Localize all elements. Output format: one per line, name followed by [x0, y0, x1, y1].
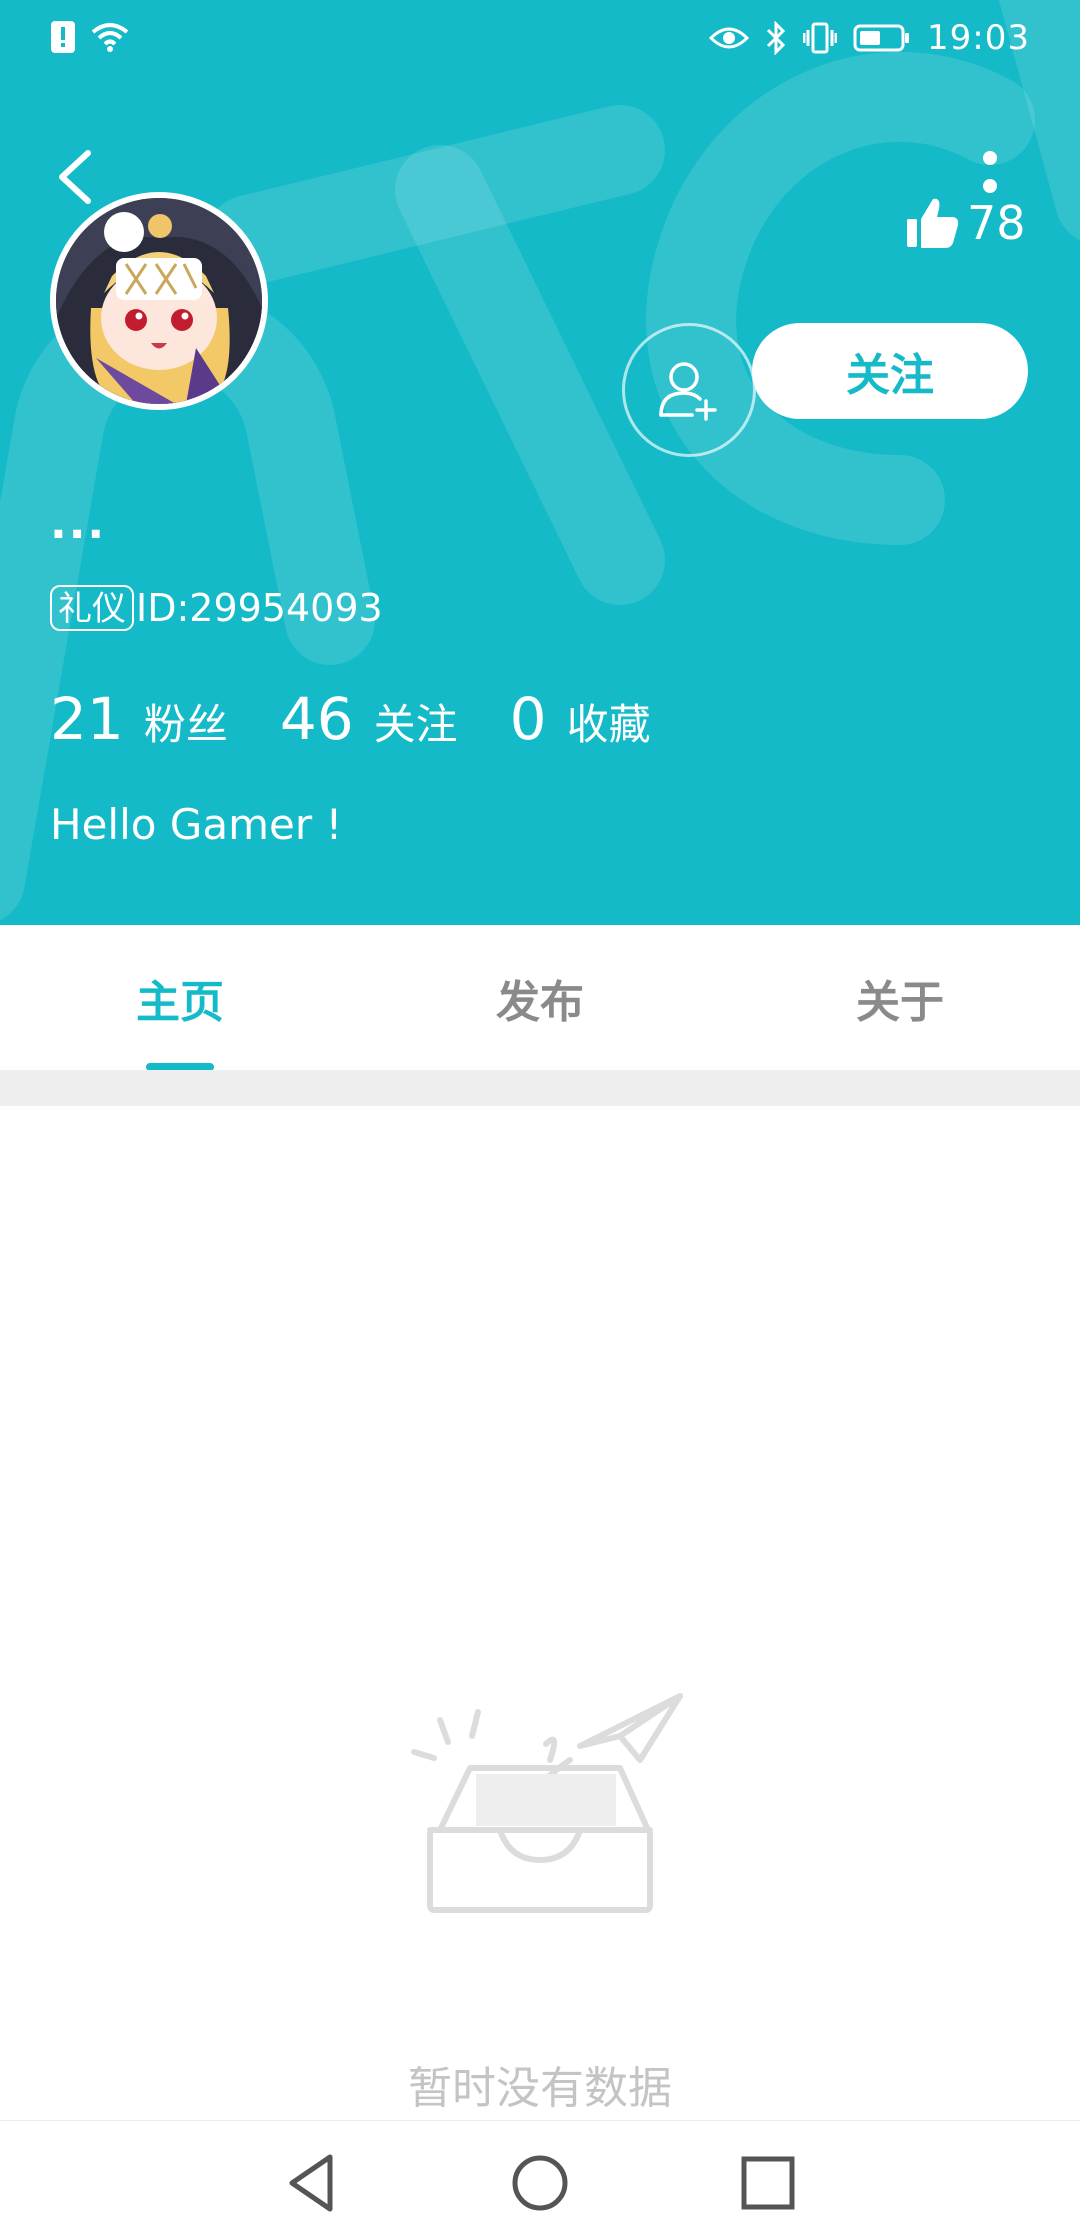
profile-stats: 21 粉丝 46 关注 0 收藏	[50, 685, 703, 753]
section-divider	[0, 1070, 1080, 1106]
stat-value: 0	[509, 685, 547, 753]
id-row: 礼仪 ID:29954093	[50, 585, 383, 631]
profile-header: 19:03 78 关注 ... 礼仪 ID:29954093 21 粉丝 46 …	[0, 0, 1080, 925]
battery-icon	[853, 24, 910, 52]
empty-message: 暂时没有数据	[408, 2063, 672, 2114]
thumbs-up-icon	[907, 198, 959, 248]
stat-label: 收藏	[566, 700, 651, 749]
stat-label: 关注	[373, 700, 458, 749]
stat-following[interactable]: 46 关注	[280, 685, 458, 753]
eye-icon	[709, 27, 750, 49]
alert-icon	[51, 21, 75, 53]
status-bar: 19:03	[0, 0, 1080, 80]
stat-value: 21	[50, 685, 124, 753]
follow-button[interactable]: 关注	[752, 323, 1028, 419]
brand-watermark	[0, 0, 1080, 921]
stat-value: 46	[279, 685, 354, 753]
nav-home-icon[interactable]	[508, 2151, 572, 2215]
tab-posts[interactable]: 发布	[360, 925, 720, 1070]
nickname: ...	[50, 498, 107, 549]
stat-fans[interactable]: 21 粉丝	[50, 685, 228, 753]
back-icon[interactable]	[50, 145, 100, 210]
add-user-icon	[659, 362, 717, 421]
tab-home[interactable]: 主页	[0, 925, 360, 1070]
wifi-icon	[91, 23, 129, 52]
vibrate-icon	[803, 22, 838, 54]
nav-recents-icon[interactable]	[736, 2151, 800, 2215]
nav-back-icon[interactable]	[280, 2151, 344, 2215]
user-id: ID:29954093	[136, 586, 383, 630]
profile-tabs: 主页 发布 关于	[0, 925, 1080, 1070]
title-badge: 礼仪	[50, 585, 134, 631]
stat-favorites[interactable]: 0 收藏	[510, 685, 651, 753]
status-time: 19:03	[927, 18, 1030, 58]
navigation-bar	[0, 2120, 1080, 2240]
bio: Hello Gamer !	[50, 800, 343, 849]
like-count: 78	[967, 196, 1026, 250]
avatar-image	[56, 198, 262, 404]
like-group[interactable]: 78	[905, 195, 1026, 251]
add-friend-button[interactable]	[622, 323, 756, 457]
empty-inbox-icon	[411, 1693, 683, 1913]
stat-label: 粉丝	[143, 700, 228, 749]
tab-about[interactable]: 关于	[720, 925, 1080, 1070]
avatar[interactable]	[50, 192, 268, 410]
profile-screen: 19:03 78 关注 ... 礼仪 ID:29954093 21 粉丝 46 …	[0, 0, 1080, 2240]
bluetooth-icon	[766, 21, 786, 55]
